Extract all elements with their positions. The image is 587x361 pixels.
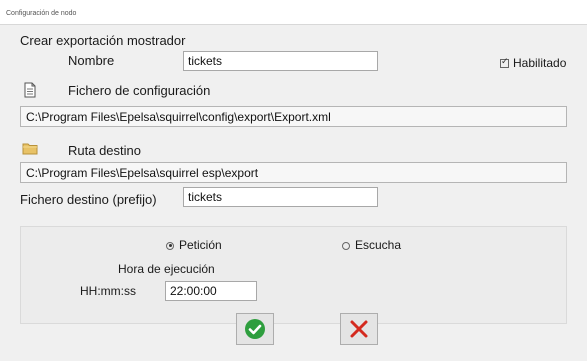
time-label: HH:mm:ss — [80, 284, 136, 298]
folder-icon — [22, 143, 38, 155]
window-title: Configuración de nodo — [6, 10, 77, 17]
cross-icon — [350, 320, 368, 338]
enabled-checkbox[interactable]: Habilitado — [500, 56, 566, 70]
time-heading: Hora de ejecución — [118, 262, 215, 276]
radio-selected-icon — [166, 241, 174, 250]
title-bar: Configuración de nodo — [0, 0, 587, 25]
name-label: Nombre — [68, 53, 115, 68]
checkbox-icon — [500, 56, 509, 69]
prefix-label: Fichero destino (prefijo) — [20, 192, 157, 207]
time-input[interactable]: 22:00:00 — [165, 281, 257, 301]
document-icon — [24, 82, 36, 98]
form-heading: Crear exportación mostrador — [20, 33, 186, 48]
radio-listen[interactable]: Escucha — [342, 238, 401, 252]
enabled-label: Habilitado — [513, 56, 567, 70]
checkmark-icon — [245, 319, 265, 339]
config-file-button[interactable] — [20, 80, 40, 100]
radio-request-label: Petición — [179, 238, 222, 252]
dest-label: Ruta destino — [68, 143, 141, 158]
dest-folder-button[interactable] — [20, 138, 40, 158]
radio-request[interactable]: Petición — [166, 238, 222, 252]
dest-path-field[interactable]: C:\Program Files\Epelsa\squirrel esp\exp… — [20, 162, 567, 183]
cancel-button[interactable] — [340, 313, 378, 345]
radio-listen-label: Escucha — [355, 238, 402, 252]
prefix-input[interactable]: tickets — [183, 187, 378, 207]
config-path-field[interactable]: C:\Program Files\Epelsa\squirrel\config\… — [20, 106, 567, 127]
config-file-label: Fichero de configuración — [68, 83, 211, 98]
schedule-group — [20, 226, 567, 324]
radio-unselected-icon — [342, 241, 350, 250]
ok-button[interactable] — [236, 313, 274, 345]
name-input[interactable]: tickets — [183, 51, 378, 71]
